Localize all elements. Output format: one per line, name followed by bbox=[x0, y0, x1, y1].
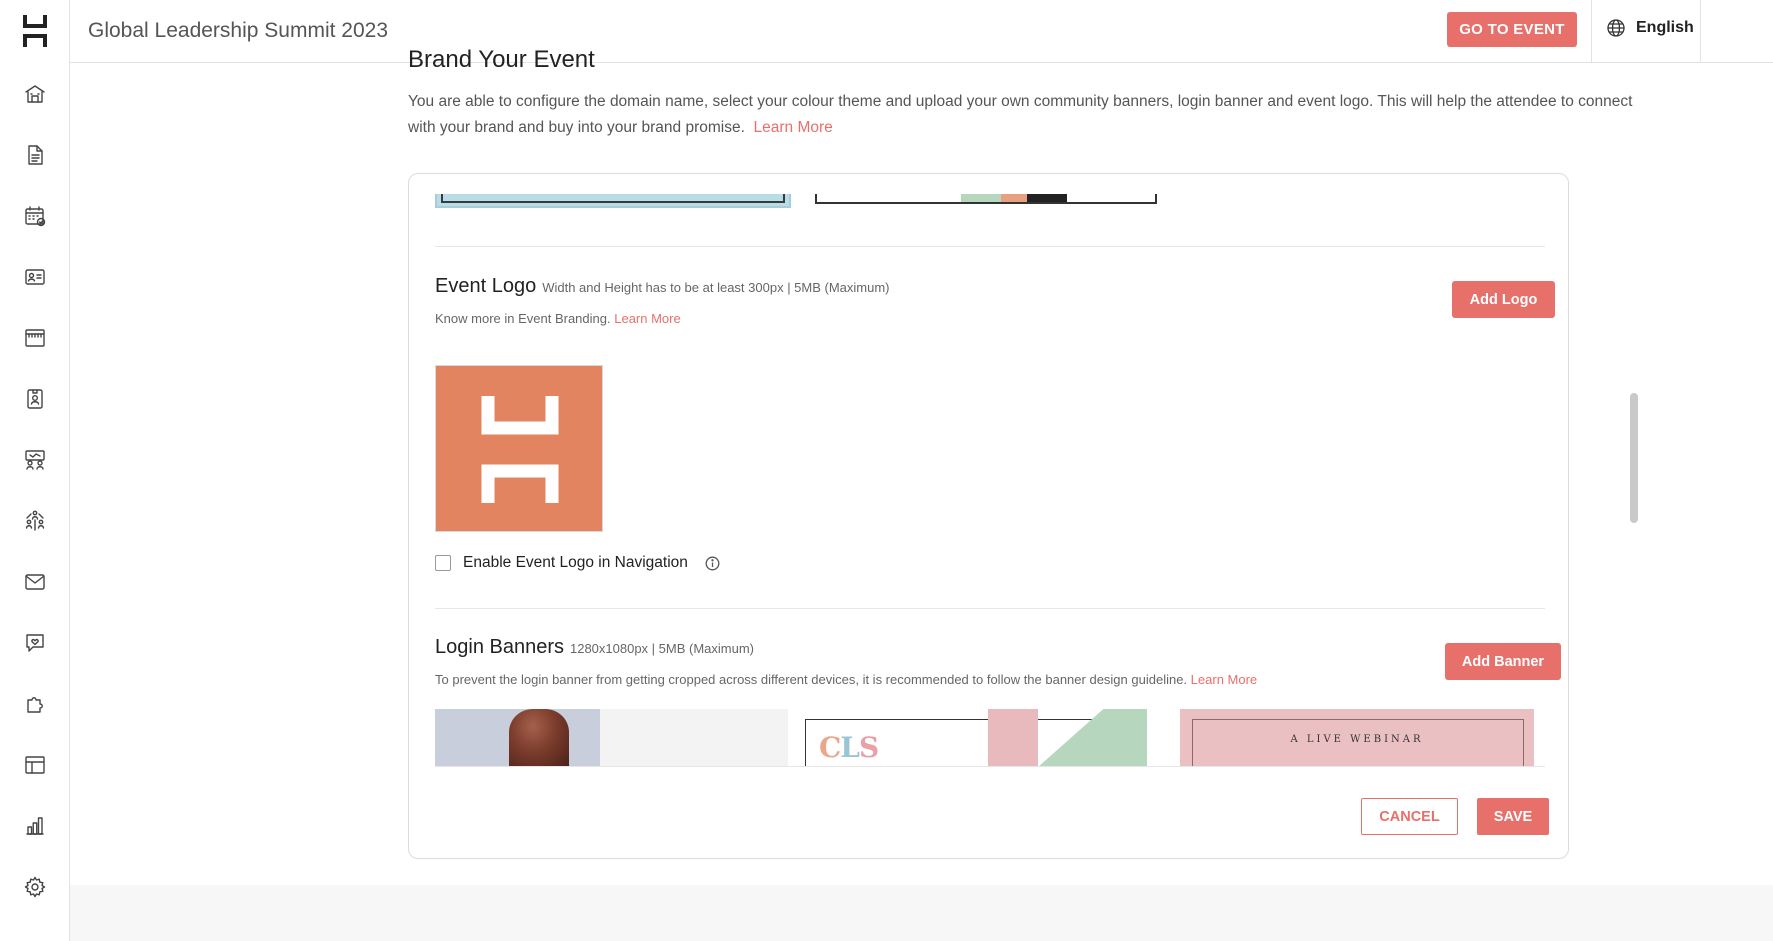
puzzle-icon bbox=[27, 697, 43, 713]
sidebar-item-networking[interactable] bbox=[19, 505, 51, 537]
go-to-event-button[interactable]: GO TO EVENT bbox=[1447, 12, 1577, 47]
branding-card: Event Logo Width and Height has to be at … bbox=[408, 173, 1569, 859]
login-banners-learn-more-link[interactable]: Learn More bbox=[1191, 672, 1257, 687]
chat-heart-icon bbox=[26, 634, 44, 652]
add-logo-button[interactable]: Add Logo bbox=[1452, 281, 1555, 318]
language-label: English bbox=[1636, 19, 1694, 36]
section-divider bbox=[435, 608, 1545, 609]
header-divider bbox=[1700, 0, 1701, 63]
main-content: Brand Your Event You are able to configu… bbox=[70, 46, 1773, 941]
header-divider bbox=[1591, 0, 1592, 63]
cancel-button[interactable]: CANCEL bbox=[1361, 798, 1458, 835]
gear-icon bbox=[24, 876, 46, 898]
event-logo-preview bbox=[435, 365, 603, 532]
banner-webinar-text: A LIVE WEBINAR bbox=[1290, 734, 1424, 745]
booth-icon bbox=[25, 329, 45, 347]
login-banners-title: Login Banners bbox=[435, 636, 564, 658]
sidebar-item-settings[interactable] bbox=[19, 871, 51, 903]
event-logo-description: Know more in Event Branding. Learn More bbox=[435, 311, 681, 326]
intro-text: You are able to configure the domain nam… bbox=[408, 89, 1638, 141]
sidebar bbox=[0, 0, 70, 941]
event-title: Global Leadership Summit 2023 bbox=[88, 19, 389, 42]
top-header: Global Leadership Summit 2023 GO TO EVEN… bbox=[70, 0, 1773, 63]
banner-preview-thumbnail bbox=[815, 194, 1157, 204]
save-button[interactable]: SAVE bbox=[1477, 798, 1549, 835]
language-selector[interactable]: English bbox=[1606, 18, 1694, 38]
id-card-icon bbox=[25, 269, 45, 285]
banner-preview-thumbnail bbox=[435, 194, 791, 208]
venue-icon bbox=[25, 85, 45, 103]
sidebar-item-venue[interactable] bbox=[19, 78, 51, 110]
sidebar-item-badge[interactable] bbox=[19, 383, 51, 415]
login-banners-heading: Login Banners 1280x1080px | 5MB (Maximum) bbox=[435, 636, 754, 659]
footer-band bbox=[70, 885, 1773, 941]
meeting-room-icon bbox=[25, 450, 45, 470]
bar-chart-icon bbox=[26, 817, 44, 835]
networking-icon bbox=[25, 510, 45, 531]
document-icon bbox=[28, 145, 43, 165]
event-logo-title: Event Logo bbox=[435, 275, 537, 297]
event-logo-heading: Event Logo Width and Height has to be at … bbox=[435, 275, 890, 298]
calendar-icon bbox=[25, 206, 46, 227]
event-logo-learn-more-link[interactable]: Learn More bbox=[614, 311, 680, 326]
login-banner-gallery: CLS A LIVE WEBINAR bbox=[435, 709, 1545, 767]
sidebar-item-rooms[interactable] bbox=[19, 444, 51, 476]
layout-icon bbox=[25, 756, 45, 774]
login-banner-thumbnail[interactable]: A LIVE WEBINAR bbox=[1180, 709, 1534, 766]
badge-icon bbox=[27, 389, 43, 409]
login-banners-hint: 1280x1080px | 5MB (Maximum) bbox=[569, 641, 754, 656]
banner-cls-text: CLS bbox=[819, 731, 879, 764]
event-logo-desc-text: Know more in Event Branding. bbox=[435, 311, 611, 326]
sidebar-item-people[interactable] bbox=[19, 261, 51, 293]
info-icon[interactable] bbox=[705, 556, 720, 571]
page-title: Brand Your Event bbox=[408, 46, 595, 73]
enable-logo-navigation-label: Enable Event Logo in Navigation bbox=[463, 554, 688, 571]
sidebar-item-document[interactable] bbox=[19, 139, 51, 171]
add-banner-button[interactable]: Add Banner bbox=[1445, 643, 1561, 680]
scrollbar[interactable] bbox=[1630, 393, 1638, 523]
sidebar-item-analytics[interactable] bbox=[19, 810, 51, 842]
intro-learn-more-link[interactable]: Learn More bbox=[754, 119, 833, 136]
event-logo-image bbox=[481, 396, 559, 503]
sidebar-item-email[interactable] bbox=[19, 566, 51, 598]
login-banner-thumbnail[interactable]: CLS bbox=[805, 709, 1147, 766]
sidebar-item-integrations[interactable] bbox=[19, 688, 51, 720]
enable-logo-navigation-checkbox[interactable] bbox=[435, 555, 451, 571]
mail-icon bbox=[25, 574, 45, 590]
sidebar-item-layout[interactable] bbox=[19, 749, 51, 781]
sidebar-item-booths[interactable] bbox=[19, 322, 51, 354]
event-logo-hint: Width and Height has to be at least 300p… bbox=[542, 280, 890, 295]
enable-logo-navigation-row: Enable Event Logo in Navigation bbox=[435, 554, 720, 572]
intro-paragraph: You are able to configure the domain nam… bbox=[408, 93, 1633, 136]
login-banners-description: To prevent the login banner from getting… bbox=[435, 672, 1257, 687]
brand-logo[interactable] bbox=[22, 12, 48, 50]
login-banners-desc-text: To prevent the login banner from getting… bbox=[435, 672, 1188, 687]
section-divider bbox=[435, 246, 1545, 247]
login-banner-thumbnail[interactable] bbox=[435, 709, 788, 766]
sidebar-item-schedule[interactable] bbox=[19, 200, 51, 232]
sidebar-item-engagement[interactable] bbox=[19, 627, 51, 659]
globe-icon bbox=[1607, 19, 1625, 37]
